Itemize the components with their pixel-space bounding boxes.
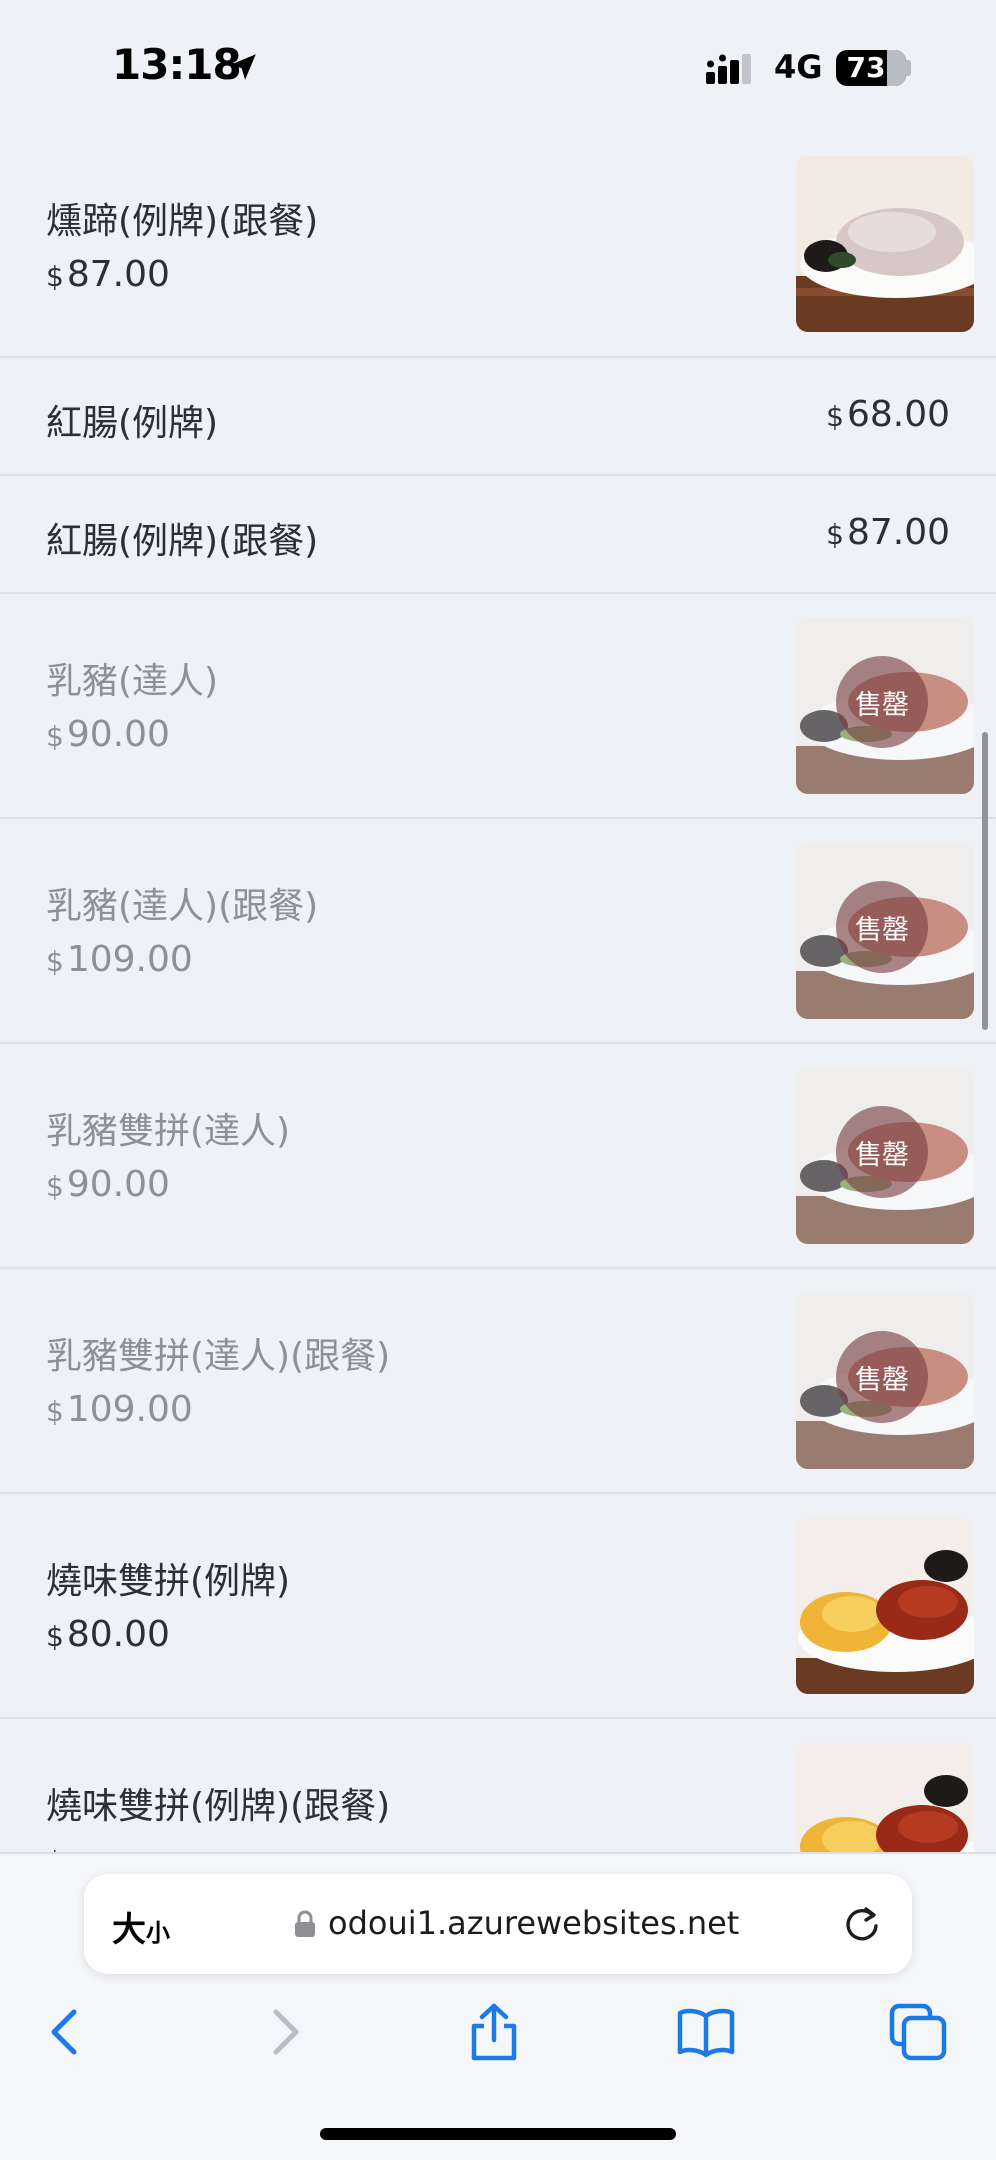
currency-symbol: $: [46, 945, 64, 978]
dish-image-bbq-combo[interactable]: [796, 1743, 974, 1852]
currency-symbol: $: [46, 720, 64, 753]
lock-icon: [295, 1910, 315, 1937]
battery-percent: 73: [846, 51, 886, 84]
scrollbar[interactable]: [982, 732, 988, 1030]
currency-symbol: $: [826, 400, 844, 433]
price-value: 87.00: [846, 512, 950, 553]
price-value: 90.00: [66, 1164, 170, 1205]
dish-image-roast-pig[interactable]: 售罄: [796, 1293, 974, 1469]
tabs-icon[interactable]: [888, 2002, 948, 2062]
bbq-combo-illustration: [796, 1518, 974, 1694]
network-type: 4G: [774, 48, 823, 86]
text-size-small: 小: [146, 1919, 170, 1947]
sold-out-badge: 售罄: [836, 656, 928, 748]
item-name: 紅腸(例牌)(跟餐): [46, 521, 319, 562]
price-value: 87.00: [66, 254, 170, 295]
item-price: $109.00: [46, 939, 193, 980]
menu-item[interactable]: 乳豬(達人)(跟餐) $109.00 售罄: [0, 819, 996, 1044]
item-price: $: [46, 1839, 67, 1852]
sold-out-badge: 售罄: [836, 1331, 928, 1423]
item-name: 紅腸(例牌): [46, 403, 219, 444]
price-value: 90.00: [66, 714, 170, 755]
item-name: 乳豬雙拼(達人)(跟餐): [46, 1336, 391, 1377]
item-name: 燻蹄(例牌)(跟餐): [46, 201, 319, 242]
price-value: 80.00: [66, 1614, 170, 1655]
menu-item[interactable]: 紅腸(例牌)(跟餐) $87.00: [0, 476, 996, 594]
currency-symbol: $: [46, 260, 64, 293]
battery-icon: 73: [836, 50, 906, 86]
screen: 13:18 4G 73 燻蹄(例牌)(跟餐) $87.00 紅腸(例牌) $68…: [0, 0, 996, 2160]
reload-icon[interactable]: [840, 1902, 884, 1946]
menu-item[interactable]: 燻蹄(例牌)(跟餐) $87.00: [0, 132, 996, 358]
menu-item[interactable]: 乳豬(達人) $90.00 售罄: [0, 594, 996, 819]
item-name: 燒味雙拼(例牌): [46, 1561, 291, 1602]
item-name: 燒味雙拼(例牌)(跟餐): [46, 1786, 391, 1827]
cellular-signal-icon: [706, 54, 751, 84]
item-price: $87.00: [826, 512, 950, 553]
status-time: 13:18: [112, 40, 242, 89]
bookmarks-icon[interactable]: [676, 2002, 736, 2062]
text-size-large: 大: [112, 1910, 146, 1950]
dish-image-roast-pig[interactable]: 售罄: [796, 1068, 974, 1244]
dish-image-roast-pig[interactable]: 售罄: [796, 843, 974, 1019]
menu-item[interactable]: 燒味雙拼(例牌)(跟餐) $: [0, 1719, 996, 1852]
home-indicator: [320, 2128, 676, 2140]
back-icon[interactable]: [36, 2002, 96, 2062]
sold-out-badge: 售罄: [836, 881, 928, 973]
item-name: 乳豬(達人)(跟餐): [46, 886, 319, 927]
item-price: $68.00: [826, 394, 950, 435]
menu-list: 燻蹄(例牌)(跟餐) $87.00 紅腸(例牌) $68.00 紅腸(例牌)(跟…: [0, 132, 996, 1852]
item-name: 乳豬(達人): [46, 661, 219, 702]
menu-item[interactable]: 乳豬雙拼(達人) $90.00 售罄: [0, 1044, 996, 1269]
location-arrow-icon: [230, 54, 256, 80]
pork-knuckle-illustration: [796, 156, 974, 332]
menu-item[interactable]: 乳豬雙拼(達人)(跟餐) $109.00 售罄: [0, 1269, 996, 1494]
url-text[interactable]: odoui1.azurewebsites.net: [328, 1904, 739, 1942]
address-bar[interactable]: 大小 odoui1.azurewebsites.net: [84, 1874, 912, 1974]
price-value: 109.00: [66, 939, 193, 980]
browser-toolbar: 大小 odoui1.azurewebsites.net: [0, 1852, 996, 2160]
menu-item[interactable]: 燒味雙拼(例牌) $80.00: [0, 1494, 996, 1719]
battery-cap: [906, 60, 911, 76]
currency-symbol: $: [46, 1620, 64, 1653]
text-size-button[interactable]: 大小: [112, 1902, 170, 1951]
bbq-combo-illustration: [796, 1743, 974, 1852]
status-bar: 13:18 4G 73: [0, 0, 996, 132]
menu-item[interactable]: 紅腸(例牌) $68.00: [0, 358, 996, 476]
share-icon[interactable]: [464, 2002, 524, 2062]
price-value: 109.00: [66, 1389, 193, 1430]
dish-image-roast-pig[interactable]: 售罄: [796, 618, 974, 794]
item-price: $90.00: [46, 1164, 170, 1205]
sold-out-badge: 售罄: [836, 1106, 928, 1198]
item-price: $109.00: [46, 1389, 193, 1430]
dish-image-pork-knuckle[interactable]: [796, 156, 974, 332]
currency-symbol: $: [46, 1395, 64, 1428]
currency-symbol: $: [826, 518, 844, 551]
dish-image-bbq-combo[interactable]: [796, 1518, 974, 1694]
forward-icon[interactable]: [254, 2002, 314, 2062]
price-value: 68.00: [846, 394, 950, 435]
item-price: $90.00: [46, 714, 170, 755]
currency-symbol: $: [46, 1845, 64, 1852]
item-price: $87.00: [46, 254, 170, 295]
item-name: 乳豬雙拼(達人): [46, 1111, 291, 1152]
item-price: $80.00: [46, 1614, 170, 1655]
currency-symbol: $: [46, 1170, 64, 1203]
